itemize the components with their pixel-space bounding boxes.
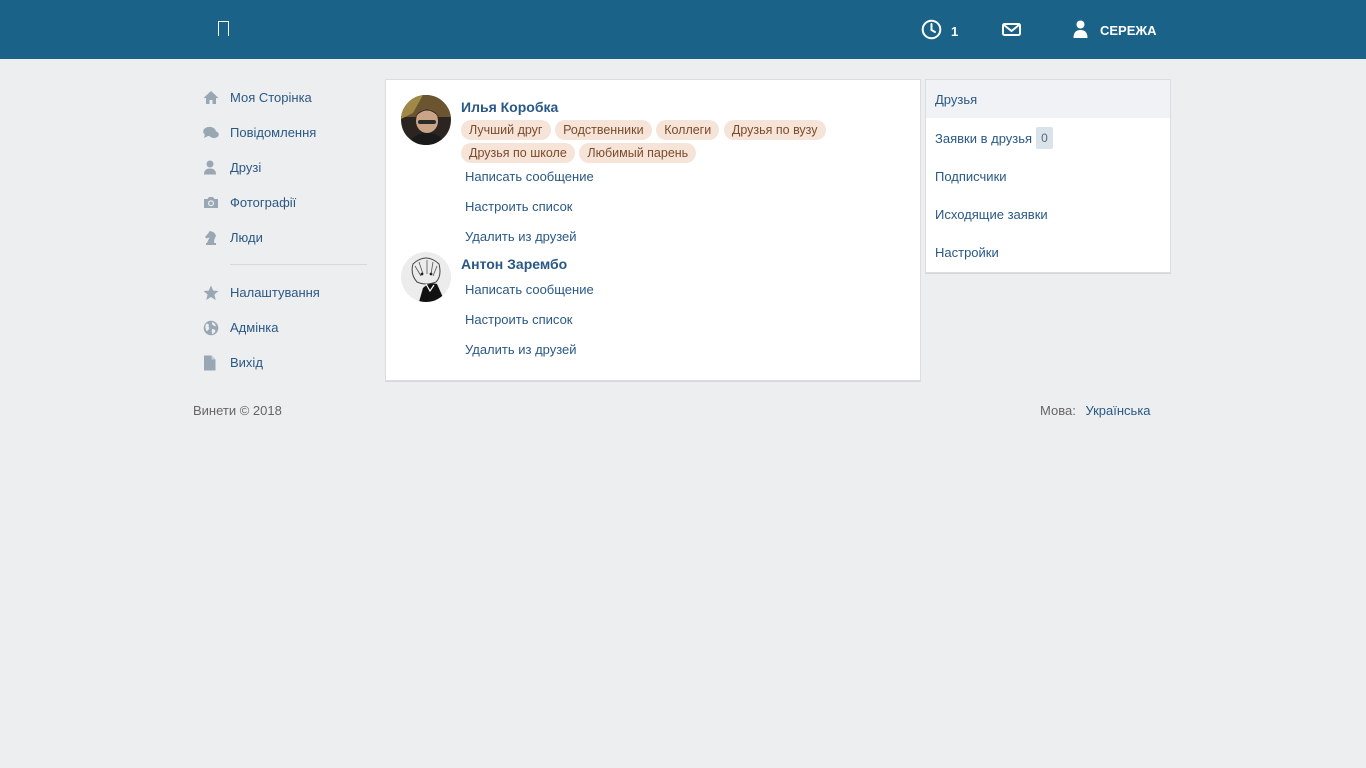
write-message-link[interactable]: Написать сообщение: [465, 169, 594, 184]
nav-friends[interactable]: Друзі: [200, 150, 368, 185]
menu-label: Друзья: [935, 91, 978, 107]
user-icon: [1073, 20, 1088, 38]
nav-photos[interactable]: Фотографії: [200, 185, 368, 220]
star-icon: [200, 283, 230, 303]
document-icon: [200, 353, 230, 373]
friend-tags: Лучший друг Родственники Коллеги Друзья …: [461, 120, 831, 166]
remove-friend-link[interactable]: Удалить из друзей: [465, 342, 577, 357]
menu-label: Заявки в друзья: [935, 130, 1033, 146]
nav-settings[interactable]: Налаштування: [200, 275, 368, 310]
menu-label: Исходящие заявки: [935, 206, 1048, 222]
language-label: Мова:: [1040, 403, 1076, 418]
language-link[interactable]: Українська: [1085, 403, 1150, 418]
nav-label: Вихід: [230, 355, 263, 370]
menu-subscribers[interactable]: Подписчики: [926, 157, 1170, 195]
notifications-count: 1: [951, 24, 959, 39]
notifications-button[interactable]: 1: [921, 0, 958, 59]
nav-logout[interactable]: Вихід: [200, 345, 368, 380]
globe-icon: [200, 318, 230, 338]
friend-tag[interactable]: Коллеги: [656, 120, 720, 140]
user-name: СЕРЕЖА: [1100, 23, 1157, 38]
copyright: Винети © 2018: [193, 403, 282, 418]
friends-list-panel: Илья Коробка Лучший друг Родственники Ко…: [385, 79, 921, 381]
friend-tag[interactable]: Друзья по вузу: [723, 120, 826, 140]
friend-name[interactable]: Илья Коробка: [461, 99, 558, 115]
camera-icon: [200, 193, 230, 213]
nav-label: Налаштування: [230, 285, 320, 300]
friend-tag[interactable]: Любимый парень: [579, 143, 697, 163]
avatar[interactable]: [401, 95, 451, 145]
clock-icon: [921, 19, 942, 40]
logo-icon[interactable]: [218, 21, 229, 36]
nav-label: Люди: [230, 230, 263, 245]
write-message-link[interactable]: Написать сообщение: [465, 282, 594, 297]
nav-label: Моя Сторінка: [230, 90, 312, 105]
friends-filter-menu: Друзья Заявки в друзья 0 Подписчики Исхо…: [925, 79, 1171, 273]
nav-messages[interactable]: Повідомлення: [200, 115, 368, 150]
nav-people[interactable]: Люди: [200, 220, 368, 255]
menu-friends[interactable]: Друзья: [926, 80, 1170, 118]
language-selector: Мова: Українська: [1040, 403, 1151, 418]
nav-admin[interactable]: Адмінка: [200, 310, 368, 345]
user-menu-button[interactable]: СЕРЕЖА: [1072, 0, 1157, 59]
requests-count-badge: 0: [1036, 127, 1053, 149]
configure-list-link[interactable]: Настроить список: [465, 199, 573, 214]
friend-tag[interactable]: Родственники: [555, 120, 652, 140]
nav-divider: [230, 264, 367, 265]
menu-friend-requests[interactable]: Заявки в друзья 0: [926, 119, 1170, 157]
chat-bubbles-icon: [200, 123, 230, 143]
person-icon: [200, 158, 230, 178]
menu-settings[interactable]: Настройки: [926, 233, 1170, 271]
top-header: 1 СЕРЕЖА: [0, 0, 1366, 59]
messages-button[interactable]: [1002, 0, 1021, 59]
menu-label: Подписчики: [935, 168, 1007, 184]
nav-my-page[interactable]: Моя Сторінка: [200, 80, 368, 115]
left-sidebar: Моя Сторінка Повідомлення Друзі Фотограф…: [200, 80, 368, 380]
nav-label: Фотографії: [230, 195, 297, 210]
nav-label: Повідомлення: [230, 125, 317, 140]
home-icon: [200, 88, 230, 108]
nav-label: Адмінка: [230, 320, 279, 335]
friend-tag[interactable]: Друзья по школе: [461, 143, 575, 163]
friend-name[interactable]: Антон Зарембо: [461, 256, 567, 272]
menu-label: Настройки: [935, 244, 999, 260]
remove-friend-link[interactable]: Удалить из друзей: [465, 229, 577, 244]
menu-outgoing-requests[interactable]: Исходящие заявки: [926, 195, 1170, 233]
configure-list-link[interactable]: Настроить список: [465, 312, 573, 327]
friend-tag[interactable]: Лучший друг: [461, 120, 551, 140]
nav-label: Друзі: [230, 160, 262, 175]
avatar[interactable]: [401, 252, 451, 302]
chess-knight-icon: [200, 228, 230, 248]
envelope-icon: [1002, 23, 1021, 36]
